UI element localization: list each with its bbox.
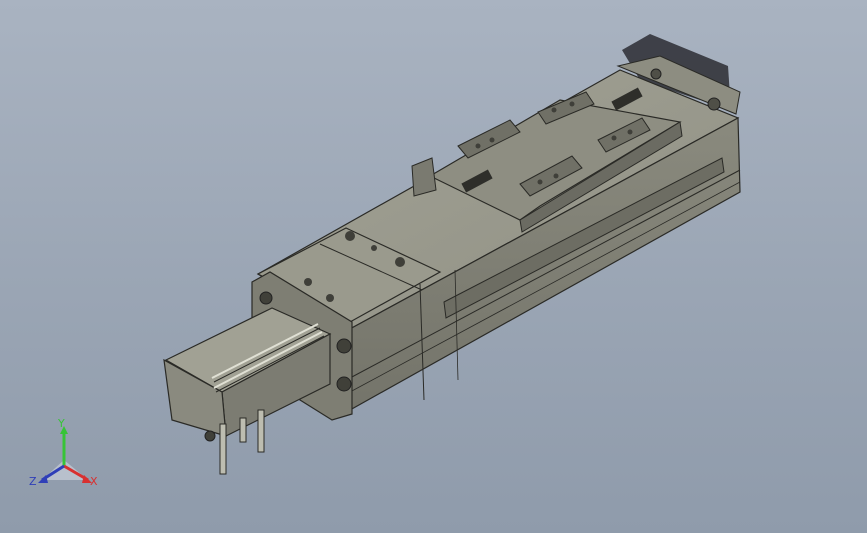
- cad-viewport[interactable]: Y X Z: [0, 0, 867, 533]
- axis-triad: Y X Z: [22, 418, 112, 496]
- carriage-left-block: [411, 157, 437, 197]
- x-axis-label: X: [90, 475, 98, 488]
- rear-cap-hole: [707, 97, 721, 111]
- motor-base-screw: [204, 430, 216, 442]
- linear-actuator-model[interactable]: [0, 0, 867, 533]
- rear-cap-hole-2: [650, 68, 662, 80]
- z-axis-label: Z: [29, 475, 37, 488]
- y-axis-label: Y: [58, 417, 65, 430]
